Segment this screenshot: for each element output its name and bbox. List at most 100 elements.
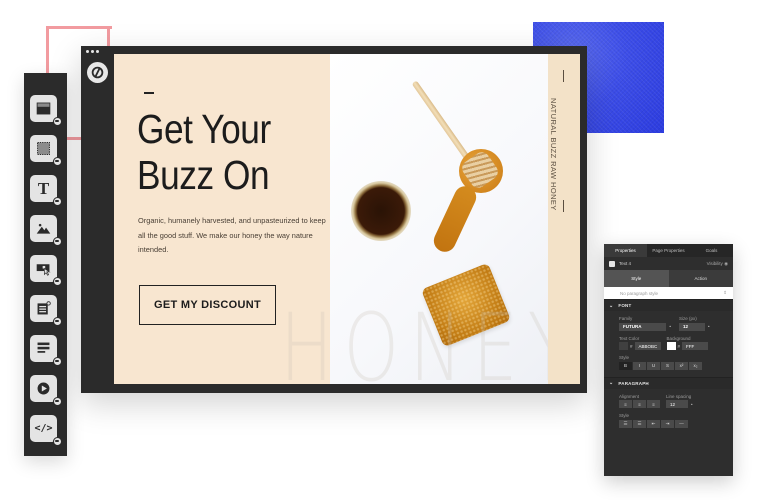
code-icon: </> [34,423,53,434]
alignment-group: Alignment ≡ ≡ ≡ [619,393,660,408]
tool-text[interactable]: T [30,175,62,206]
editor-window: HONEY Get Your Buzz On Organic, humanely… [81,46,587,393]
family-field-group: Family FUTURA • [619,316,671,331]
outdent-button[interactable]: ⇤ [647,419,660,428]
element-header: Text 4 Visibility ◉ [604,257,733,270]
strikethrough-button[interactable]: S [661,361,674,370]
align-center-button[interactable]: ≡ [633,400,646,408]
tool-box[interactable] [30,135,62,166]
tab-page-properties[interactable]: Page Properties [647,244,690,257]
align-left-button[interactable]: ≡ [619,400,632,408]
family-dropdown-icon[interactable]: • [669,324,671,329]
paragraph-style-select[interactable]: No paragraph style ⇕ [604,287,733,299]
list-icon [37,342,50,353]
size-wrap: 12 • [679,322,719,331]
stage: HONEY Get Your Buzz On Organic, humanely… [0,0,768,500]
get-discount-button[interactable]: GET MY DISCOUNT [139,285,276,325]
headline[interactable]: Get Your Buzz On [137,106,271,198]
font-section-header[interactable]: ⌄ FONT [604,299,733,311]
tool-badge [53,277,62,286]
text-color-swatch[interactable] [619,342,628,350]
tool-badge [53,357,62,366]
subtab-action[interactable]: Action [668,270,733,287]
tab-goals[interactable]: Goals [690,244,733,257]
horizontal-rule-button[interactable]: — [675,419,688,428]
line-spacing-input[interactable]: 12 [666,400,688,408]
paragraph-style-value: No paragraph style [620,290,659,296]
line-spacing-group: Line spacing 12 • [666,393,693,408]
font-row-2: Text Color # ABBOBC Background # FFF [619,335,728,350]
form-icon [37,301,51,315]
tool-form[interactable] [30,295,62,326]
line-spacing-label: Line spacing [666,393,692,399]
font-style-buttons: B I U S x² x₂ [619,361,728,370]
element-title: Text 4 [609,260,632,267]
tool-custom-html[interactable]: </> [30,415,62,446]
chevron-down-icon: ⌄ [609,380,614,386]
font-family-select[interactable]: FUTURA [619,322,667,331]
body-copy[interactable]: Organic, humanely harvested, and unpaste… [138,214,333,258]
tab-properties[interactable]: Properties [604,244,647,257]
style-action-tabs: Style Action [604,270,733,287]
element-name: Text 4 [619,261,632,266]
headline-line-2: Buzz On [137,152,270,198]
video-icon [37,382,50,395]
box-icon [37,142,50,155]
bold-button[interactable]: B [619,361,632,370]
tool-button[interactable] [30,255,62,286]
font-style-label: Style [619,355,630,360]
tool-image[interactable] [30,215,62,246]
tool-badge [53,117,62,126]
headline-line-1: Get Your [137,106,271,152]
section-icon [36,102,51,115]
visibility-toggle[interactable]: Visibility ◉ [707,261,728,267]
line-spacing-stepper-icon[interactable]: • [691,402,693,407]
subscript-button[interactable]: x₂ [689,361,702,370]
numbered-list-button[interactable]: ☰ [633,419,646,428]
line-spacing-wrap: 12 • [666,400,693,408]
select-arrows-icon: ⇕ [723,290,727,295]
background-color-input[interactable]: FFF [682,342,709,350]
background-color-swatch[interactable] [666,342,676,350]
tool-list[interactable] [30,335,62,366]
text-element-icon [609,260,615,267]
font-row-1: Family FUTURA • Size (px) 12 • [619,316,728,331]
window-menu-dots[interactable] [86,50,99,53]
paragraph-section-header[interactable]: ⌄ PARAGRAPH [604,376,733,389]
hash-symbol: # [677,343,681,349]
size-stepper-icon[interactable]: • [708,324,710,329]
align-right-button[interactable]: ≡ [647,400,660,408]
tool-badge [53,317,62,326]
bullet-list-button[interactable]: ☰ [619,419,632,428]
indent-button[interactable]: ⇥ [661,419,674,428]
italic-button[interactable]: I [633,361,646,370]
text-color-group: Text Color # ABBOBC [619,335,661,350]
underline-button[interactable]: U [647,361,660,370]
text-color-input[interactable]: ABBOBC [634,342,661,350]
unbounce-logo-icon[interactable] [87,62,108,83]
text-icon: T [37,178,50,198]
honey-jar-image [351,181,411,241]
superscript-button[interactable]: x² [675,361,688,370]
tool-section[interactable] [30,95,62,126]
text-color-label: Text Color [619,335,640,341]
properties-tabs: Properties Page Properties Goals [604,244,733,257]
chevron-down-icon: ⌄ [609,302,614,309]
landing-page-canvas[interactable]: HONEY Get Your Buzz On Organic, humanely… [114,54,580,384]
headline-dash [144,92,154,94]
side-vertical-label: NATURAL BUZZ RAW HONEY [549,98,558,211]
tool-badge [53,157,62,166]
widget-toolbar: T </> [24,73,67,456]
tool-video[interactable] [30,375,62,406]
visibility-label: Visibility [706,260,723,266]
paragraph-section-title: PARAGRAPH [618,380,649,386]
font-size-input[interactable]: 12 [679,322,705,331]
paragraph-row-1: Alignment ≡ ≡ ≡ Line spacing 12 • [619,393,728,408]
alignment-label: Alignment [619,393,640,399]
side-divider-bottom [563,200,564,212]
image-icon [36,223,51,234]
paragraph-style-buttons: ☰ ☰ ⇤ ⇥ — [619,419,728,428]
text-color-wrap: # ABBOBC [619,342,661,350]
alignment-buttons: ≡ ≡ ≡ [619,400,660,408]
subtab-style[interactable]: Style [604,270,669,287]
